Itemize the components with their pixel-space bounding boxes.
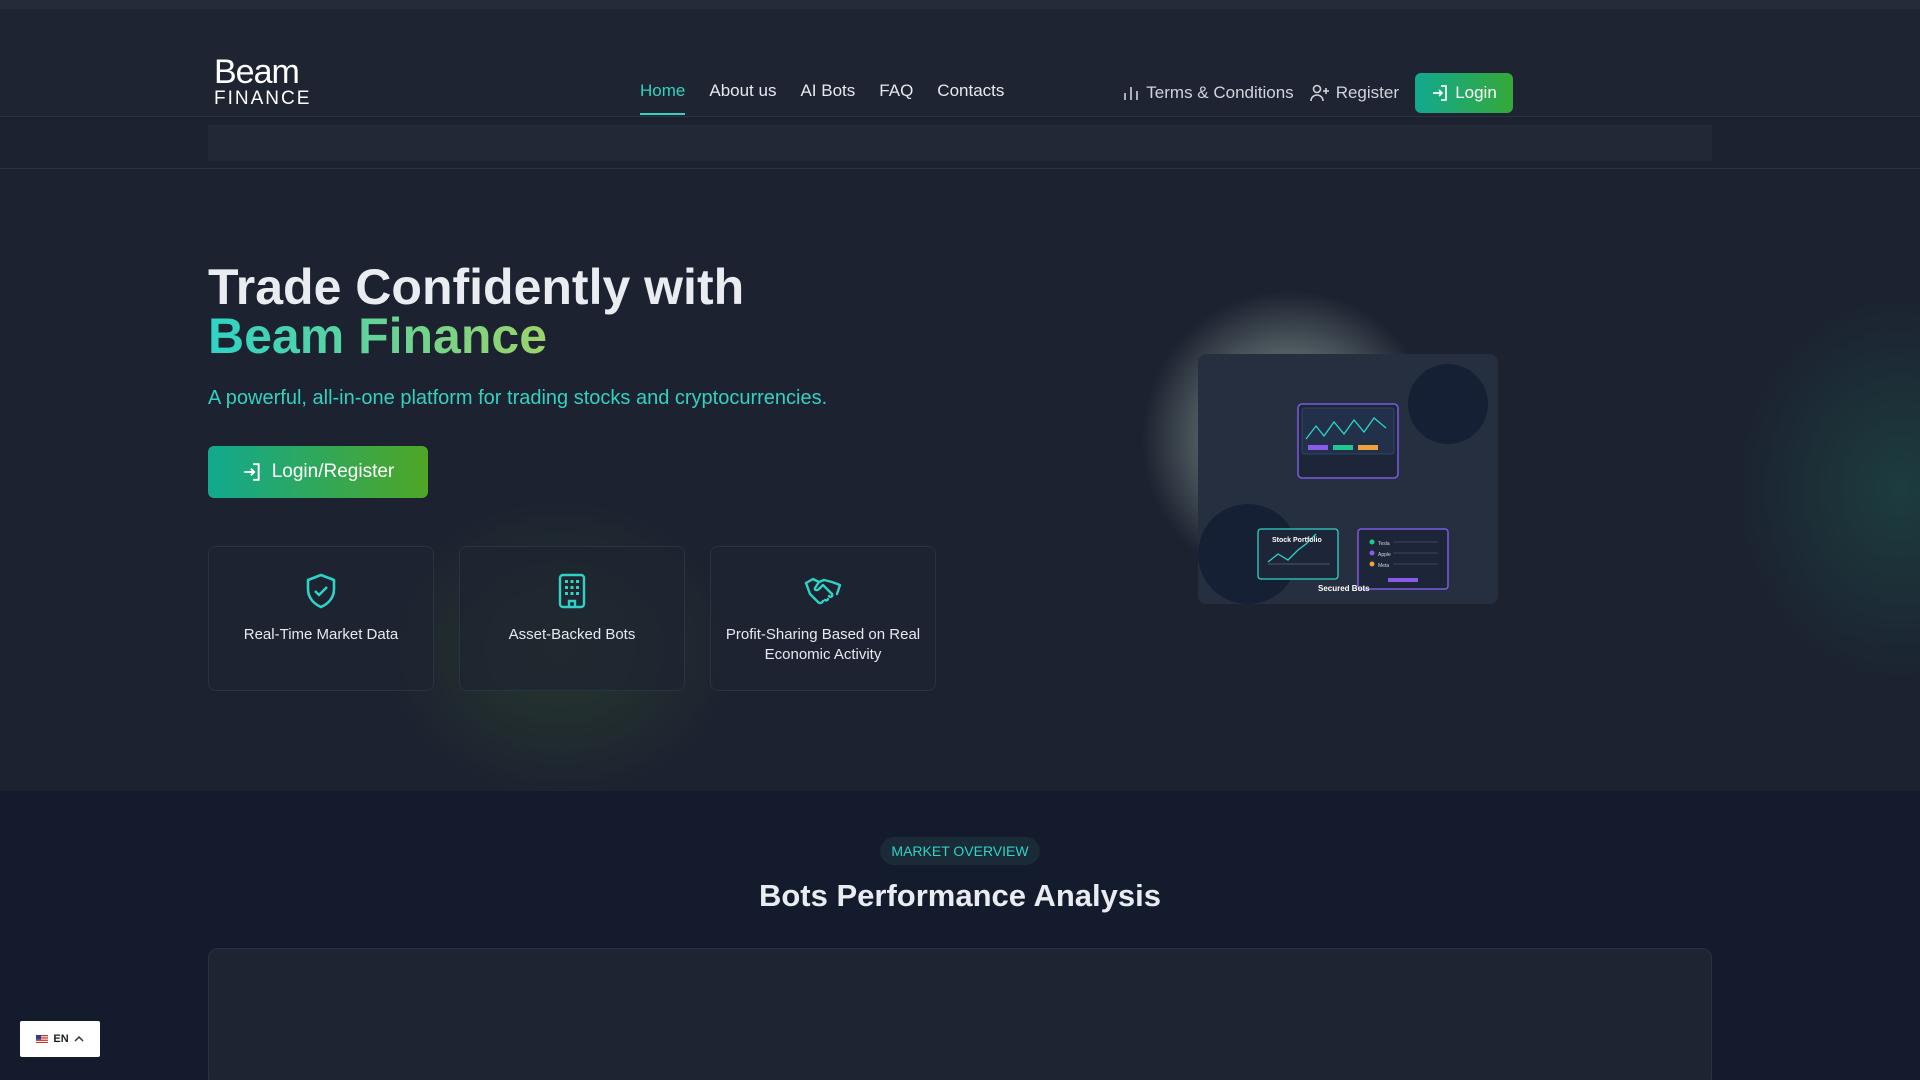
- feature-card: Profit-Sharing Based on Real Economic Ac…: [710, 546, 936, 691]
- register-label: Register: [1335, 83, 1399, 102]
- header-actions: Terms & Conditions Register Login: [1122, 73, 1513, 113]
- login-register-button[interactable]: Login/Register: [208, 446, 428, 498]
- feature-card: Asset-Backed Bots: [459, 546, 685, 691]
- hero-title-line1: Trade Confidently with: [208, 259, 745, 315]
- sub-bar: [208, 125, 1712, 161]
- logo-text-beam: Beam: [214, 53, 300, 91]
- hero-title: Trade Confidently with Beam Finance: [208, 262, 744, 364]
- nav-faq[interactable]: FAQ: [879, 81, 913, 115]
- terms-link[interactable]: Terms & Conditions: [1122, 83, 1294, 103]
- site-header: Beam FINANCE Home About us AI Bots FAQ C…: [0, 9, 1920, 117]
- feature-cards: Real-Time Market Data Asset-Backed Bots …: [208, 546, 936, 691]
- list-item-meta: Meta: [1378, 563, 1389, 569]
- user-plus-icon: [1309, 84, 1329, 102]
- shield-check-icon: [306, 573, 336, 609]
- handshake-icon: [804, 577, 842, 605]
- language-code: EN: [53, 1033, 69, 1045]
- hero-illustration: Stock Portfolio Tesla Apple Meta Secured…: [1198, 354, 1498, 604]
- login-label: Login: [1455, 83, 1497, 102]
- nav-home[interactable]: Home: [640, 81, 686, 115]
- hero-subtitle: A powerful, all-in-one platform for trad…: [208, 387, 828, 409]
- stock-portfolio-label: Stock Portfolio: [1272, 537, 1322, 544]
- hero-title-accent: Beam Finance: [208, 308, 548, 364]
- hero-section: Trade Confidently with Beam Finance A po…: [0, 169, 1920, 791]
- building-icon: [558, 573, 586, 609]
- list-item-tesla: Tesla: [1378, 541, 1390, 547]
- nav-ai-bots[interactable]: AI Bots: [800, 81, 855, 115]
- feature-label: Profit-Sharing Based on Real Economic Ac…: [725, 626, 921, 663]
- secured-bots-label: Secured Bots: [1318, 584, 1370, 593]
- bar-chart-icon: [1124, 87, 1139, 100]
- section-title: Bots Performance Analysis: [758, 878, 1161, 913]
- main-nav: Home About us AI Bots FAQ Contacts: [640, 81, 1004, 115]
- list-item-apple: Apple: [1378, 552, 1391, 558]
- nav-about-us[interactable]: About us: [709, 81, 776, 115]
- logo-text-finance: FINANCE: [214, 88, 312, 109]
- feature-label: Asset-Backed Bots: [508, 626, 636, 643]
- chevron-up-icon: [74, 1035, 84, 1042]
- dashboard-graphic: Stock Portfolio Tesla Apple Meta Secured…: [1257, 403, 1449, 593]
- cta-label: Login/Register: [271, 461, 395, 482]
- nav-contacts[interactable]: Contacts: [937, 81, 1004, 115]
- feature-label: Real-Time Market Data: [243, 626, 399, 643]
- performance-panel: [208, 948, 1712, 1080]
- terms-label: Terms & Conditions: [1146, 83, 1294, 102]
- logo[interactable]: Beam FINANCE: [214, 55, 314, 115]
- market-overview-badge: MARKET OVERVIEW: [880, 837, 1040, 865]
- feature-card: Real-Time Market Data: [208, 546, 434, 691]
- market-overview-section: MARKET OVERVIEW Bots Performance Analysi…: [0, 791, 1920, 1080]
- login-icon: [1433, 85, 1448, 101]
- register-link[interactable]: Register: [1309, 83, 1399, 103]
- login-icon: [243, 463, 260, 481]
- top-strip: [0, 0, 1920, 9]
- us-flag-icon: [36, 1035, 49, 1043]
- language-selector[interactable]: EN: [20, 1021, 100, 1057]
- login-button[interactable]: Login: [1415, 73, 1513, 113]
